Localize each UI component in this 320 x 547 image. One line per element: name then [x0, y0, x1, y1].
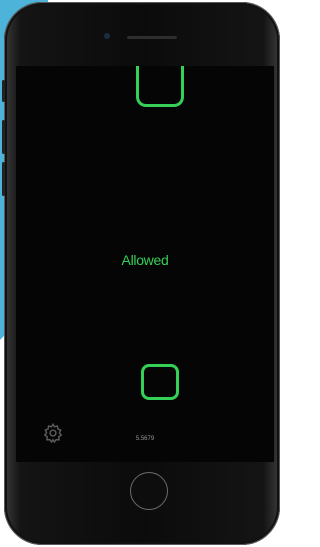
footer-number: 5.5679: [135, 436, 155, 442]
phone-side-button: [2, 80, 5, 102]
earpiece-speaker: [127, 36, 177, 39]
front-camera: [104, 33, 110, 39]
phone-device: Allowed 5.5679: [2, 2, 280, 545]
phone-side-button: [2, 162, 5, 196]
rounded-square-icon: [141, 364, 179, 400]
u-shape-icon: [136, 66, 184, 107]
status-text: Allowed: [121, 252, 169, 268]
phone-side-button: [2, 120, 5, 154]
app-screen: Allowed 5.5679: [16, 66, 274, 462]
home-button[interactable]: [130, 472, 168, 510]
